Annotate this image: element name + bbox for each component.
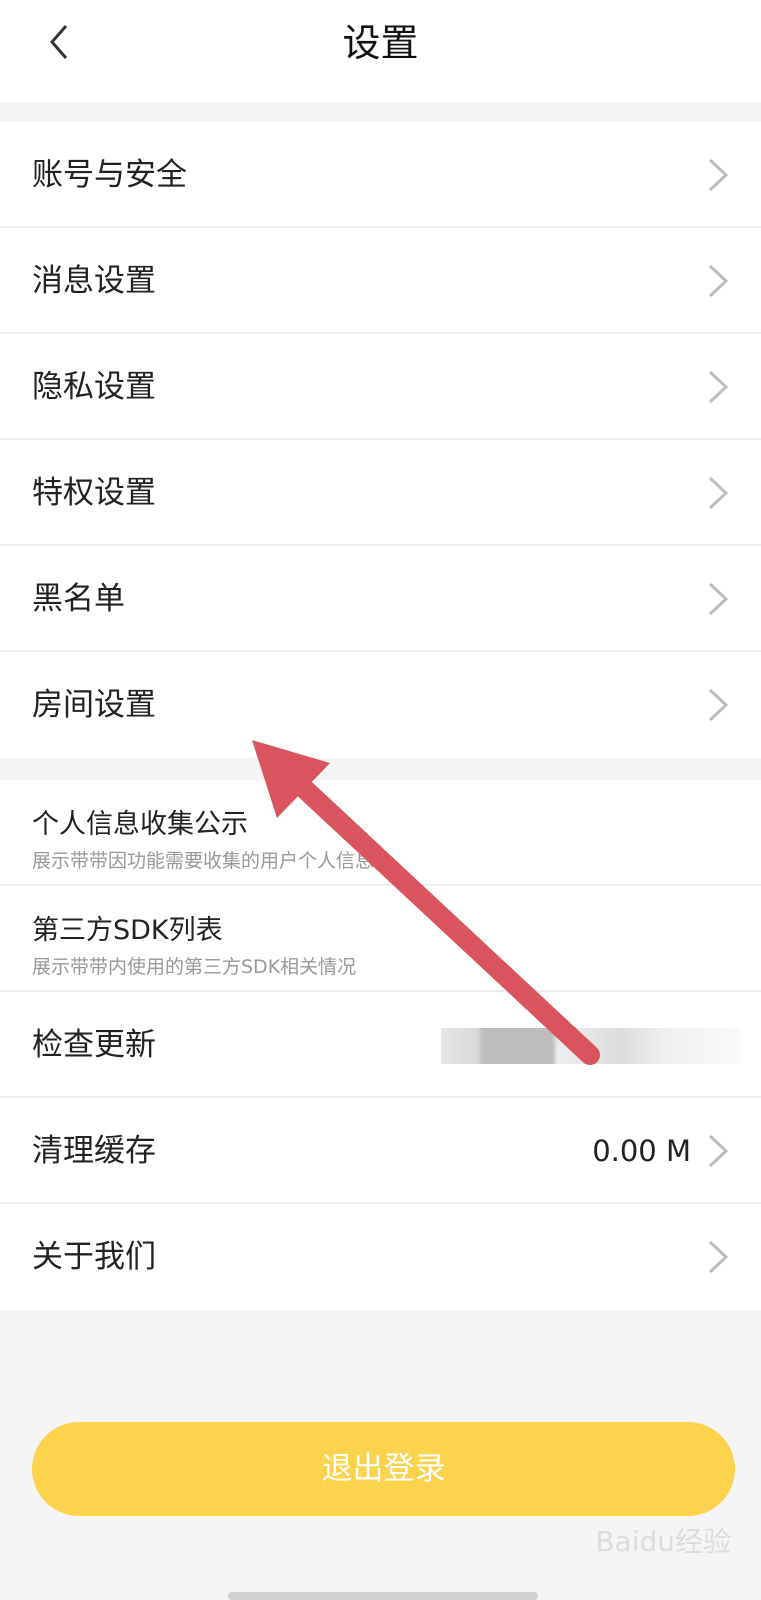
chevron-right-icon bbox=[708, 158, 729, 192]
settings-group-main: 账号与安全 消息设置 隐私设置 特权设置 黑名单 房间设置 bbox=[0, 122, 761, 758]
settings-group-info: 个人信息收集公示 展示带带因功能需要收集的用户个人信息 第三方SDK列表 展示带… bbox=[0, 780, 761, 1310]
row-label: 第三方SDK列表 bbox=[32, 915, 223, 946]
chevron-right-icon bbox=[708, 476, 729, 510]
page-title: 设置 bbox=[342, 21, 419, 65]
row-subtitle: 展示带带内使用的第三方SDK相关情况 bbox=[32, 956, 357, 978]
row-blacklist[interactable]: 黑名单 bbox=[0, 546, 761, 652]
row-label: 房间设置 bbox=[32, 687, 156, 723]
row-room-settings[interactable]: 房间设置 bbox=[0, 652, 761, 758]
row-subtitle: 展示带带因功能需要收集的用户个人信息 bbox=[32, 850, 375, 872]
blurred-version-value bbox=[441, 1028, 741, 1064]
row-check-update[interactable]: 检查更新 bbox=[0, 992, 761, 1098]
row-label: 特权设置 bbox=[32, 475, 156, 511]
row-clear-cache[interactable]: 清理缓存 0.00 M bbox=[0, 1098, 761, 1204]
row-label: 黑名单 bbox=[32, 581, 125, 617]
row-third-party-sdk-list[interactable]: 第三方SDK列表 展示带带内使用的第三方SDK相关情况 bbox=[0, 886, 761, 992]
chevron-right-icon bbox=[708, 370, 729, 404]
row-label: 关于我们 bbox=[32, 1239, 156, 1275]
row-label: 个人信息收集公示 bbox=[32, 809, 248, 840]
row-label: 隐私设置 bbox=[32, 369, 156, 405]
row-account-security[interactable]: 账号与安全 bbox=[0, 122, 761, 228]
cache-size-value: 0.00 M bbox=[592, 1134, 691, 1168]
row-label: 消息设置 bbox=[32, 263, 156, 299]
chevron-right-icon bbox=[708, 582, 729, 616]
chevron-right-icon bbox=[708, 264, 729, 298]
row-label: 账号与安全 bbox=[32, 157, 187, 193]
chevron-right-icon bbox=[708, 1240, 729, 1274]
row-label: 检查更新 bbox=[32, 1027, 156, 1063]
row-personal-info-disclosure[interactable]: 个人信息收集公示 展示带带因功能需要收集的用户个人信息 bbox=[0, 780, 761, 886]
row-privacy-settings[interactable]: 隐私设置 bbox=[0, 334, 761, 440]
top-bar: 设置 bbox=[0, 0, 761, 102]
chevron-right-icon bbox=[708, 1134, 729, 1168]
row-about-us[interactable]: 关于我们 bbox=[0, 1204, 761, 1310]
logout-button[interactable]: 退出登录 bbox=[32, 1422, 735, 1516]
row-message-settings[interactable]: 消息设置 bbox=[0, 228, 761, 334]
watermark: Baidu经验 bbox=[595, 1525, 731, 1558]
home-indicator bbox=[228, 1592, 538, 1600]
chevron-right-icon bbox=[708, 688, 729, 722]
row-label: 清理缓存 bbox=[32, 1133, 156, 1169]
row-privilege-settings[interactable]: 特权设置 bbox=[0, 440, 761, 546]
